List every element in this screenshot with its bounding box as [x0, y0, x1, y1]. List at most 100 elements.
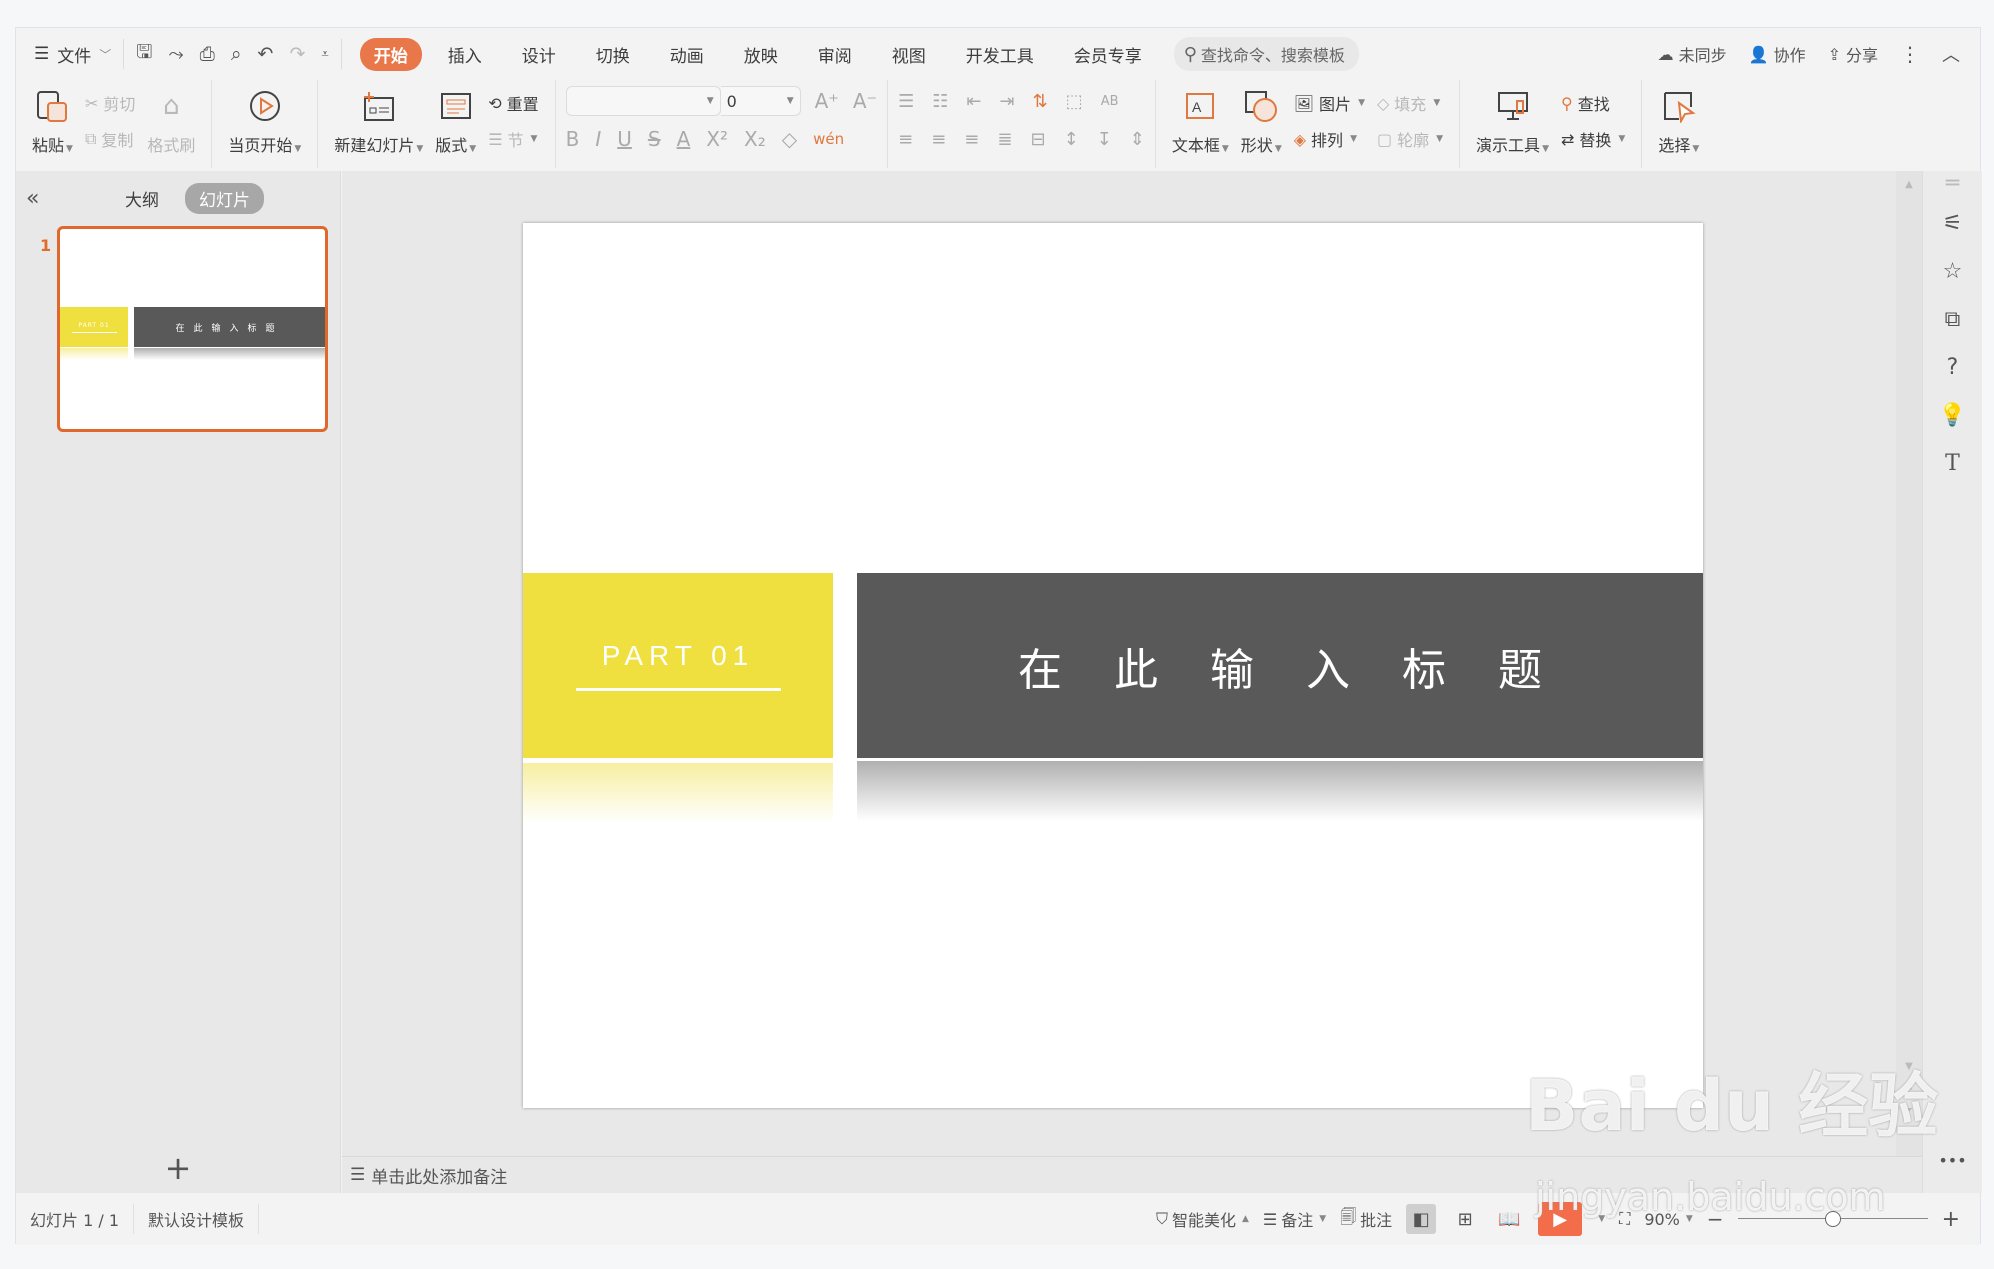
design-template[interactable]: 默认设计模板	[134, 1204, 260, 1234]
next-slide-icon[interactable]: ⏷	[1896, 1105, 1922, 1116]
print-preview-icon[interactable]: ⌕	[231, 43, 242, 65]
italic-icon[interactable]: I	[595, 127, 601, 151]
text-effect-icon[interactable]: AB	[1101, 94, 1119, 109]
add-slide-button[interactable]: +	[16, 1143, 340, 1193]
print-icon[interactable]: ⎙	[200, 43, 215, 65]
more-horiz-icon[interactable]: •••	[1923, 1151, 1982, 1170]
paragraph-spacing-before-icon[interactable]: ↧	[1097, 129, 1112, 150]
underline-icon[interactable]: U	[617, 127, 632, 151]
tab-design[interactable]: 设计	[508, 38, 570, 71]
zoom-in-button[interactable]: +	[1942, 1207, 1960, 1232]
decrease-indent-icon[interactable]: ⇤	[966, 91, 981, 112]
align-right-icon[interactable]: ≡	[964, 129, 979, 150]
help-icon[interactable]: ?	[1923, 355, 1982, 380]
picture-button[interactable]: 🖼 图片 ▼	[1294, 90, 1365, 116]
export-pdf-icon[interactable]: ⤳	[168, 43, 183, 65]
comments-button[interactable]: 🗐 批注	[1340, 1206, 1392, 1233]
smart-beautify-button[interactable]: ⛉ 智能美化 ▲	[1156, 1207, 1249, 1231]
distribute-icon[interactable]: ⊟	[1030, 129, 1045, 150]
numbered-list-icon[interactable]: ☷	[932, 91, 948, 112]
tab-review[interactable]: 审阅	[804, 38, 866, 71]
sync-button[interactable]: ☁ 未同步	[1658, 42, 1727, 66]
bullet-list-icon[interactable]: ☰	[898, 91, 914, 112]
tab-home[interactable]: 开始	[359, 37, 422, 71]
customize-toolbar-icon[interactable]: ⩡	[321, 47, 328, 62]
scroll-down-icon[interactable]: ▼	[1896, 1061, 1922, 1072]
part-label[interactable]: PART 01	[602, 640, 755, 672]
notes-area[interactable]: ☰ 单击此处添加备注	[342, 1156, 1922, 1193]
zoom-slider[interactable]	[1737, 1209, 1928, 1229]
notes-toggle-button[interactable]: ☰ 备注 ▼	[1263, 1207, 1326, 1231]
copy-button[interactable]: ⧉ 复制	[85, 126, 135, 152]
format-painter-button[interactable]: ⌂ 格式刷	[147, 86, 195, 156]
increase-indent-icon[interactable]: ⇥	[999, 91, 1014, 112]
align-center-icon[interactable]: ≡	[931, 129, 946, 150]
collapse-panel-icon[interactable]: «	[26, 186, 39, 211]
play-slideshow-button[interactable]: ▶	[1538, 1202, 1583, 1236]
increase-font-icon[interactable]: A⁺	[815, 89, 839, 113]
section-button[interactable]: ☰ 节 ▼	[488, 126, 538, 152]
zoom-slider-knob[interactable]	[1824, 1211, 1841, 1227]
title-box[interactable]: 在此输入标题	[857, 573, 1703, 758]
fill-button[interactable]: ◇ 填充 ▼	[1377, 90, 1443, 116]
text-box-button[interactable]: A 文本框 ▼	[1172, 86, 1229, 156]
share-button[interactable]: ⇪ 分享	[1828, 42, 1878, 66]
text-icon[interactable]: T	[1923, 451, 1982, 476]
superscript-icon[interactable]: X²	[706, 127, 728, 151]
font-size-select[interactable]: 0 ▼	[720, 86, 801, 116]
file-menu[interactable]: ☰ 文件 ﹀	[34, 42, 111, 67]
play-from-current-button[interactable]: 当页开始 ▼	[228, 86, 301, 156]
paragraph-spacing-icon[interactable]: ⇕	[1130, 129, 1145, 150]
clear-format-icon[interactable]: ◇	[782, 127, 797, 151]
line-spacing-icon[interactable]: ↕	[1064, 129, 1079, 150]
transition-icon[interactable]: ⧉	[1923, 307, 1982, 332]
justify-icon[interactable]: ≣	[997, 129, 1012, 150]
collaborate-button[interactable]: 👤 协作	[1749, 42, 1806, 66]
tab-slideshow[interactable]: 放映	[730, 38, 792, 71]
slide-thumbnail[interactable]: PART 01 在此输入标题	[57, 226, 328, 432]
drag-handle-icon[interactable]: ═	[1923, 171, 1982, 196]
redo-icon[interactable]: ↷	[289, 43, 305, 65]
select-button[interactable]: 选择 ▼	[1658, 86, 1699, 156]
zoom-level-select[interactable]: 90% ▼	[1644, 1210, 1692, 1229]
tab-slides[interactable]: 幻灯片	[185, 182, 264, 214]
layout-button[interactable]: 版式 ▼	[435, 86, 476, 156]
properties-icon[interactable]: ⚟	[1923, 211, 1982, 236]
vertical-scrollbar[interactable]: ▲ ▼ ⏶ ⏷	[1896, 171, 1922, 1156]
animation-star-icon[interactable]: ☆	[1923, 259, 1982, 284]
tab-outline[interactable]: 大纲	[111, 183, 173, 214]
collapse-ribbon-icon[interactable]: ︿	[1942, 41, 1960, 67]
slide-sorter-button[interactable]: ⊞	[1450, 1204, 1480, 1234]
previous-slide-icon[interactable]: ⏶	[1896, 1083, 1922, 1094]
command-search[interactable]: ⚲ 查找命令、搜索模板	[1173, 37, 1359, 71]
tab-transitions[interactable]: 切换	[582, 38, 644, 71]
find-button[interactable]: ⚲ 查找	[1561, 90, 1625, 116]
tab-animations[interactable]: 动画	[656, 38, 718, 71]
reset-button[interactable]: ⟲ 重置	[488, 90, 538, 116]
strikethrough-icon[interactable]: S	[648, 127, 661, 151]
tab-insert[interactable]: 插入	[434, 38, 496, 71]
undo-icon[interactable]: ↶	[258, 43, 274, 65]
zoom-out-button[interactable]: −	[1707, 1207, 1724, 1231]
font-name-select[interactable]: ▼	[565, 86, 721, 116]
outline-button[interactable]: ▢ 轮廓 ▼	[1377, 126, 1443, 152]
play-options-dropdown[interactable]: ▼	[1598, 1214, 1605, 1224]
align-left-icon[interactable]: ≡	[898, 129, 913, 150]
decrease-font-icon[interactable]: A⁻	[853, 89, 877, 113]
cut-button[interactable]: ✂ 剪切	[85, 90, 135, 116]
tab-developer[interactable]: 开发工具	[952, 38, 1048, 71]
part-label-box[interactable]: PART 01	[523, 573, 833, 758]
reading-view-button[interactable]: 📖	[1494, 1204, 1524, 1234]
save-icon[interactable]: 🖫	[136, 38, 152, 70]
replace-button[interactable]: ⇄ 替换 ▼	[1561, 126, 1625, 152]
align-text-icon[interactable]: ⬚	[1066, 91, 1083, 112]
font-color-icon[interactable]: A	[677, 127, 691, 151]
slide-1[interactable]: PART 01 在此输入标题	[523, 223, 1703, 1108]
text-direction-icon[interactable]: ⇅	[1033, 91, 1048, 112]
bold-icon[interactable]: B	[566, 127, 580, 151]
arrange-button[interactable]: ◈ 排列 ▼	[1294, 126, 1365, 152]
shape-button[interactable]: 形状 ▼	[1241, 86, 1282, 156]
tab-member[interactable]: 会员专享	[1060, 38, 1156, 71]
new-slide-button[interactable]: 新建幻灯片 ▼	[334, 86, 423, 156]
tab-view[interactable]: 视图	[878, 38, 940, 71]
